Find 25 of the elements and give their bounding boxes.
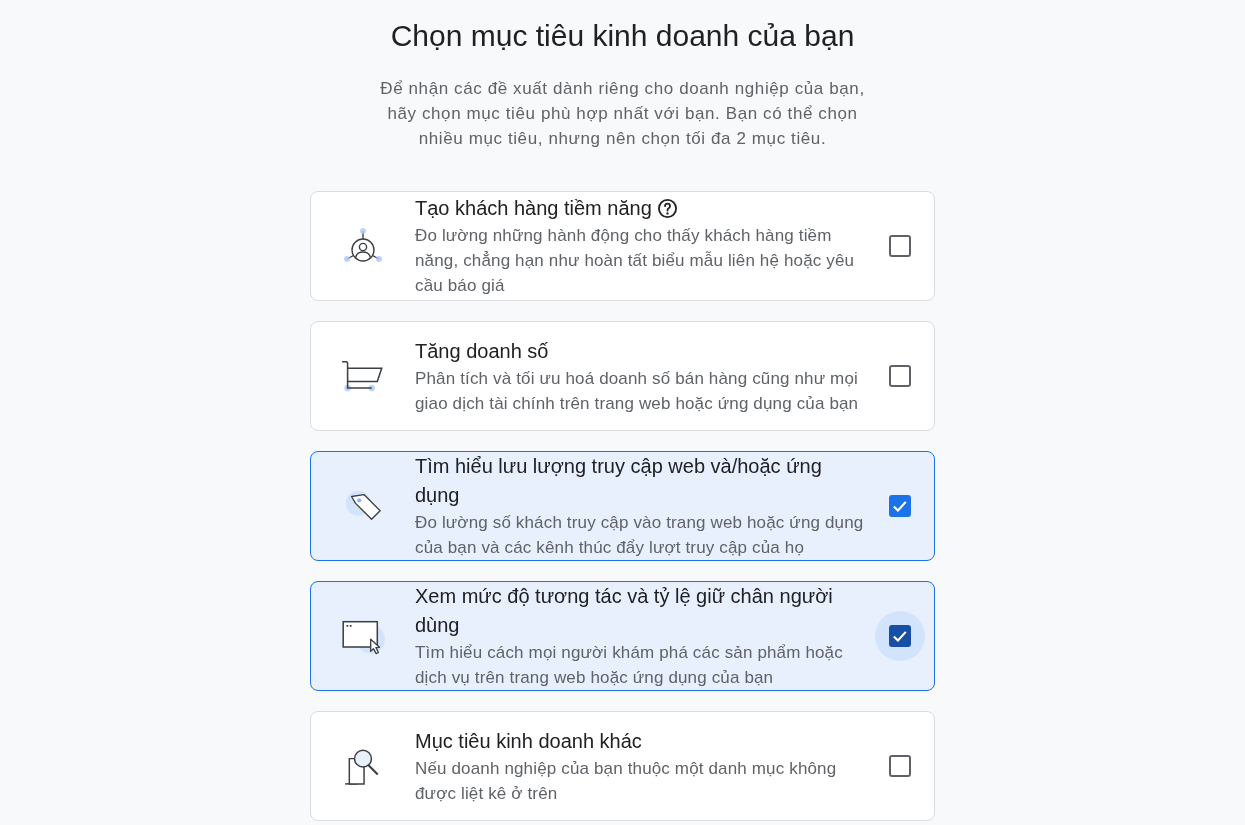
page-title: Chọn mục tiêu kinh doanh của bạn [390,18,855,54]
goal-card[interactable]: Tạo khách hàng tiềm năng Đo lường những hành động cho thấy khách hàng tiềm năng, chẳng hạn như hoàn tất biểu mẫu liên hệ hoặc yêu cầu báo giá [310,191,935,301]
check-icon [893,630,907,642]
checkbox[interactable] [889,235,911,257]
goal-title: Tạo khách hàng tiềm năng [415,196,652,221]
goal-card[interactable]: Tìm hiểu lưu lượng truy cập web và/hoặc ứng dụng Đo lường số khách truy cập vào trang web hoặc ứng dụng của bạn và các kênh thúc đẩy lượt truy cập của họ [310,451,935,561]
checkbox[interactable] [889,365,911,387]
checkbox[interactable] [889,495,911,517]
goal-title: Tăng doanh số [415,338,549,364]
checkbox[interactable] [889,625,911,647]
goal-description: Phân tích và tối ưu hoá doanh số bán hàng cũng như mọi giao dịch tài chính trên trang web hoặc ứng dụng của bạn [415,367,860,415]
goal-title: Xem mức độ tương tác và tỷ lệ giữ chân người dùng [415,584,834,638]
goal-title: Tìm hiểu lưu lượng truy cập web và/hoặc ứng dụng [415,454,823,508]
goal-description: Đo lường số khách truy cập vào trang web hoặc ứng dụng của bạn và các kênh thúc đẩy lượt truy cập của họ [415,512,865,559]
goal-description: Nếu doanh nghiệp của bạn thuộc một danh mục không được liệt kê ở trên [415,757,838,805]
goal-description: Đo lường những hành động cho thấy khách hàng tiềm năng, chẳng hạn như hoàn tất biểu mẫu liên hệ hoặc yêu cầu báo giá [415,225,856,297]
goal-description: Tìm hiểu cách mọi người khám phá các sản phẩm hoặc dịch vụ trên trang web hoặc ứng dụng của bạn [415,642,844,689]
checkbox[interactable] [889,755,911,777]
help-icon[interactable] [657,199,677,218]
goal-card[interactable]: Mục tiêu kinh doanh khác Nếu doanh nghiệp của bạn thuộc một danh mục không được liệt kê ở trên [310,711,935,821]
goal-card[interactable]: Xem mức độ tương tác và tỷ lệ giữ chân người dùng Tìm hiểu cách mọi người khám phá các sản phẩm hoặc dịch vụ trên trang web hoặc ứng dụng của bạn [310,581,935,691]
goal-title: Mục tiêu kinh doanh khác [415,728,642,754]
page-description: Để nhận các đề xuất dành riêng cho doanh nghiệp của bạn, hãy chọn mục tiêu phù hợp nhất với bạn. Bạn có thể chọn nhiều mục tiêu, nhưng nên chọn tối đa 2 mục tiêu. [379,78,866,150]
goal-card[interactable]: Tăng doanh số Phân tích và tối ưu hoá doanh số bán hàng cũng như mọi giao dịch tài chính trên trang web hoặc ứng dụng của bạn [310,321,935,431]
check-icon [893,500,907,512]
